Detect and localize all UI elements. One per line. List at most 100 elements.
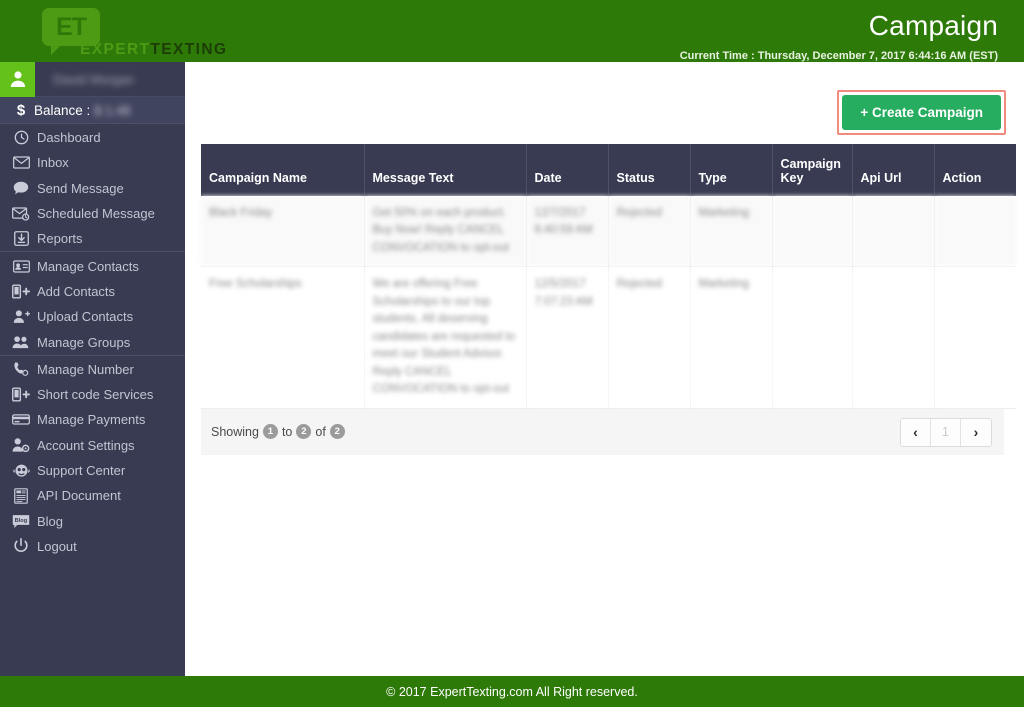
column-header-type: Type	[690, 144, 773, 196]
create-campaign-highlight: + Create Campaign	[837, 90, 1006, 135]
users-group-icon	[8, 332, 34, 352]
create-campaign-button[interactable]: + Create Campaign	[842, 95, 1001, 130]
sidebar-user-name: David Morgan	[53, 71, 134, 87]
cell-api-url	[852, 196, 935, 268]
pagination-prev-button[interactable]: ‹	[901, 418, 931, 446]
support-headset-icon	[8, 461, 34, 481]
sidebar-item-manage-contacts[interactable]: Manage Contacts	[0, 253, 185, 278]
table-footer: Showing 1 to 2 of 2 ‹ 1 ›	[201, 408, 1004, 455]
column-header-campaign-key: Campaign Key	[772, 144, 853, 196]
sidebar-item-manage-groups[interactable]: Manage Groups	[0, 329, 185, 354]
pagination-page-1[interactable]: 1	[931, 418, 961, 446]
cell-message-text: Get 50% on each product. Buy Now! Reply …	[364, 196, 527, 268]
cell-type: Marketing	[690, 266, 773, 409]
sidebar-item-label: Add Contacts	[37, 283, 116, 299]
sidebar-item-label: Manage Number	[37, 361, 134, 377]
sidebar-item-label: API Document	[37, 488, 121, 504]
sidebar-nav-group-0: Dashboard Inbox Send Message Scheduled Mess…	[0, 124, 185, 251]
svg-text:Blog: Blog	[15, 518, 28, 524]
sidebar-item-scheduled-message[interactable]: Scheduled Message	[0, 201, 185, 226]
campaigns-table: Campaign Name Message Text Date Status Type C…	[201, 144, 1016, 409]
page-title: Campaign	[868, 10, 998, 41]
sidebar-item-inbox[interactable]: Inbox	[0, 150, 185, 175]
sidebar-item-label: Scheduled Message	[37, 206, 155, 222]
contact-card-icon	[8, 256, 34, 276]
sidebar-item-label: Inbox	[37, 155, 69, 171]
sidebar-item-upload-contacts[interactable]: Upload Contacts	[0, 304, 185, 329]
add-phone-icon	[8, 281, 34, 301]
balance-value: $ 1.48	[94, 102, 131, 118]
sidebar-balance-row[interactable]: $ Balance : $ 1.48	[0, 97, 185, 124]
app-root: ET EXPERTTEXTING Campaign Current Time :…	[0, 0, 1024, 707]
cell-date: 12/7/2017 6:40:59 AM	[526, 196, 609, 268]
column-header-message-text: Message Text	[364, 144, 527, 196]
user-plus-icon	[8, 307, 34, 327]
logo-wordmark-secondary: TEXTING	[150, 41, 228, 58]
credit-card-icon	[8, 410, 34, 430]
dashboard-icon	[8, 128, 34, 148]
cell-campaign-name: Free Scholarships	[201, 266, 365, 409]
sidebar-nav-group-2: Manage Number Short code Services Manage P…	[0, 354, 185, 559]
showing-prefix: Showing	[211, 424, 259, 439]
sidebar-item-label: Logout	[37, 538, 77, 554]
balance-label: Balance :	[34, 102, 91, 118]
showing-to-badge: 2	[296, 424, 312, 440]
column-header-date: Date	[526, 144, 609, 196]
document-icon	[8, 486, 34, 506]
cell-action	[934, 196, 1016, 268]
main-content: + Create Campaign Campaign Name Message T…	[185, 62, 1024, 676]
envelope-icon	[8, 153, 34, 173]
cell-api-url	[852, 266, 935, 409]
phone-icon	[8, 359, 34, 379]
sidebar-item-logout[interactable]: Logout	[0, 534, 185, 559]
showing-from-badge: 1	[262, 424, 278, 440]
sidebar-user-row[interactable]: David Morgan	[0, 61, 185, 97]
sidebar-item-label: Send Message	[37, 180, 124, 196]
sidebar-item-manage-number[interactable]: Manage Number	[0, 357, 185, 382]
download-box-icon	[8, 229, 34, 249]
cell-campaign-name: Black Friday	[201, 196, 365, 268]
sidebar-item-label: Reports	[37, 231, 83, 247]
add-phone-icon	[8, 385, 34, 405]
cell-type: Marketing	[690, 196, 773, 268]
sidebar-nav: Dashboard Inbox Send Message Scheduled Mess…	[0, 124, 185, 559]
content-toolbar: + Create Campaign	[201, 80, 1006, 144]
logo-wordmark: EXPERTTEXTING	[80, 41, 227, 59]
brand-logo[interactable]: ET EXPERTTEXTING	[42, 8, 226, 58]
table-header-row: Campaign Name Message Text Date Status Type C…	[201, 144, 1016, 196]
showing-summary: Showing 1 to 2 of 2	[211, 424, 345, 440]
column-header-status: Status	[608, 144, 691, 196]
sidebar-item-blog[interactable]: Blog Blog	[0, 508, 185, 533]
sidebar-item-reports[interactable]: Reports	[0, 226, 185, 251]
sidebar-item-short-code-services[interactable]: Short code Services	[0, 382, 185, 407]
sidebar-item-support-center[interactable]: Support Center	[0, 458, 185, 483]
dollar-icon: $	[16, 101, 26, 119]
page-header: ET EXPERTTEXTING Campaign Current Time :…	[0, 0, 1024, 62]
sidebar-item-account-settings[interactable]: Account Settings	[0, 433, 185, 458]
blog-icon: Blog	[8, 511, 34, 531]
sidebar-item-label: Account Settings	[37, 437, 135, 453]
cell-status: Rejected	[608, 266, 691, 409]
sidebar-item-label: Manage Payments	[37, 412, 146, 428]
copyright-text: © 2017 ExpertTexting.com All Right reser…	[386, 684, 638, 699]
sidebar-item-label: Upload Contacts	[37, 309, 134, 325]
avatar	[0, 61, 35, 97]
sidebar: David Morgan $ Balance : $ 1.48 Dashboar…	[0, 61, 185, 676]
sidebar-item-api-document[interactable]: API Document	[0, 483, 185, 508]
sidebar-item-label: Dashboard	[37, 130, 101, 146]
sidebar-item-send-message[interactable]: Send Message	[0, 176, 185, 201]
cell-date: 12/5/2017 7:07:23 AM	[526, 266, 609, 409]
pagination-next-button[interactable]: ›	[961, 418, 991, 446]
sidebar-item-manage-payments[interactable]: Manage Payments	[0, 407, 185, 432]
table-row: Free Scholarships We are offering Free Sc…	[201, 266, 1016, 409]
showing-total-badge: 2	[329, 424, 345, 440]
cell-status: Rejected	[608, 196, 691, 268]
column-header-api-url: Api Url	[852, 144, 935, 196]
user-gear-icon	[8, 435, 34, 455]
cell-campaign-key	[772, 196, 853, 268]
sidebar-item-label: Manage Contacts	[37, 258, 139, 274]
sidebar-item-dashboard[interactable]: Dashboard	[0, 125, 185, 150]
chat-bubble-icon	[8, 178, 34, 198]
sidebar-item-add-contacts[interactable]: Add Contacts	[0, 279, 185, 304]
logo-wordmark-primary: EXPERT	[80, 41, 151, 58]
